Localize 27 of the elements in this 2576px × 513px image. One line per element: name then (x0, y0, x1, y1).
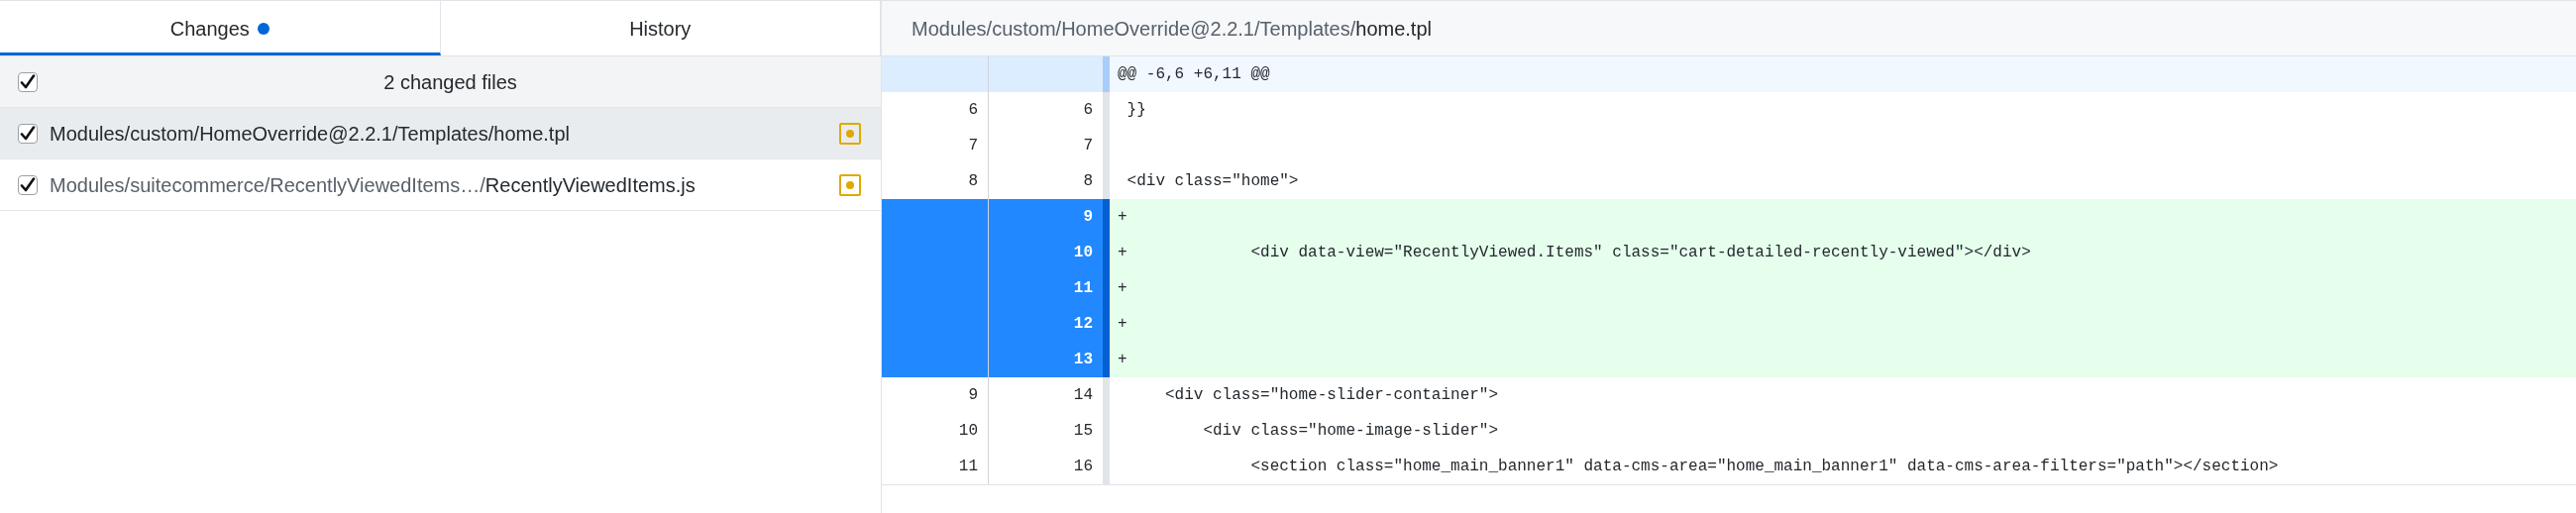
code-line: <section class="home_main_banner1" data-cms-area="home_main_banner1" data-cms-area-filters="path"></section> (1249, 457, 2279, 477)
hunk-header: @@ -6,6 +6,11 @@ (1118, 64, 1270, 85)
new-line-number[interactable]: 9 (989, 199, 1103, 235)
code-line: + (1118, 278, 1127, 299)
file-path: Modules/suitecommerce/RecentlyViewedItems…/RecentlyViewedItems.js (50, 172, 697, 198)
code-line: + (1118, 350, 1127, 370)
tab[interactable]: History (440, 1, 881, 55)
modified-status-icon (839, 173, 861, 196)
new-line-number[interactable]: 12 (989, 306, 1103, 342)
new-line-number[interactable]: 11 (989, 270, 1103, 306)
new-line-number[interactable]: 13 (989, 342, 1103, 377)
checkbox[interactable] (18, 174, 38, 195)
code-line: <div class="home"> (1126, 171, 1299, 192)
changed-files-count: 2 changed files (382, 69, 518, 95)
code-line: }} (1126, 100, 1146, 121)
code-line: <div class="home-slider-container"> (1164, 385, 1499, 406)
code-line: + (1118, 207, 1127, 228)
modified-status-icon (839, 122, 861, 145)
code-line: <div class="home-image-slider"> (1202, 421, 1499, 442)
code-line: + (1118, 314, 1127, 335)
code-line: + <div data-view="RecentlyViewed.Items" class="cart-detailed-recently-viewed"></div> (1118, 243, 2031, 263)
file-path: Modules/custom/HomeOverride@2.2.1/Templates/home.tpl (50, 121, 571, 147)
new-line-number[interactable]: 10 (989, 235, 1103, 270)
checkbox[interactable] (18, 123, 38, 144)
checkbox[interactable] (18, 71, 38, 92)
file-path-header: Modules/custom/HomeOverride@2.2.1/Templates/home.tpl (912, 16, 1432, 42)
file-row[interactable]: Modules/custom/HomeOverride@2.2.1/Templates/home.tpl (0, 108, 881, 159)
